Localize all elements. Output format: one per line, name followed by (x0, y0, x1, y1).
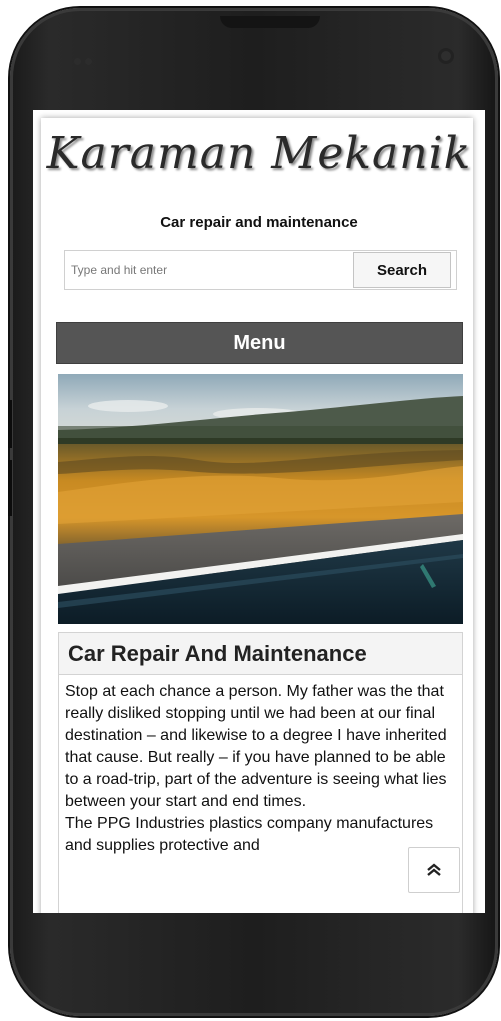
hero-image (58, 374, 463, 624)
search-form: Search (64, 250, 457, 290)
scroll-to-top-button[interactable] (408, 847, 460, 893)
camera-icon (438, 48, 454, 64)
power-button (8, 460, 12, 516)
post-paragraph: The PPG Industries plastics company manu… (65, 815, 434, 854)
chevron-double-up-icon (427, 863, 441, 876)
site-tagline: Car repair and maintenance (160, 214, 358, 231)
menu-toggle[interactable]: Menu (56, 322, 463, 364)
post-body: Stop at each chance a person. My father … (65, 681, 461, 857)
search-button[interactable]: Search (353, 252, 451, 288)
screen: Karaman Mekanik Car repair and maintenan… (33, 110, 485, 913)
phone-notch (220, 16, 320, 28)
post-title[interactable]: Car Repair And Maintenance (59, 633, 462, 675)
volume-button (8, 400, 12, 448)
post-card: Car Repair And Maintenance Stop at each … (58, 632, 463, 913)
post-paragraph: Stop at each chance a person. My father … (65, 683, 447, 810)
speaker-icon (74, 52, 104, 65)
site-logo[interactable]: Karaman Mekanik (33, 128, 485, 179)
search-input[interactable] (65, 251, 353, 289)
